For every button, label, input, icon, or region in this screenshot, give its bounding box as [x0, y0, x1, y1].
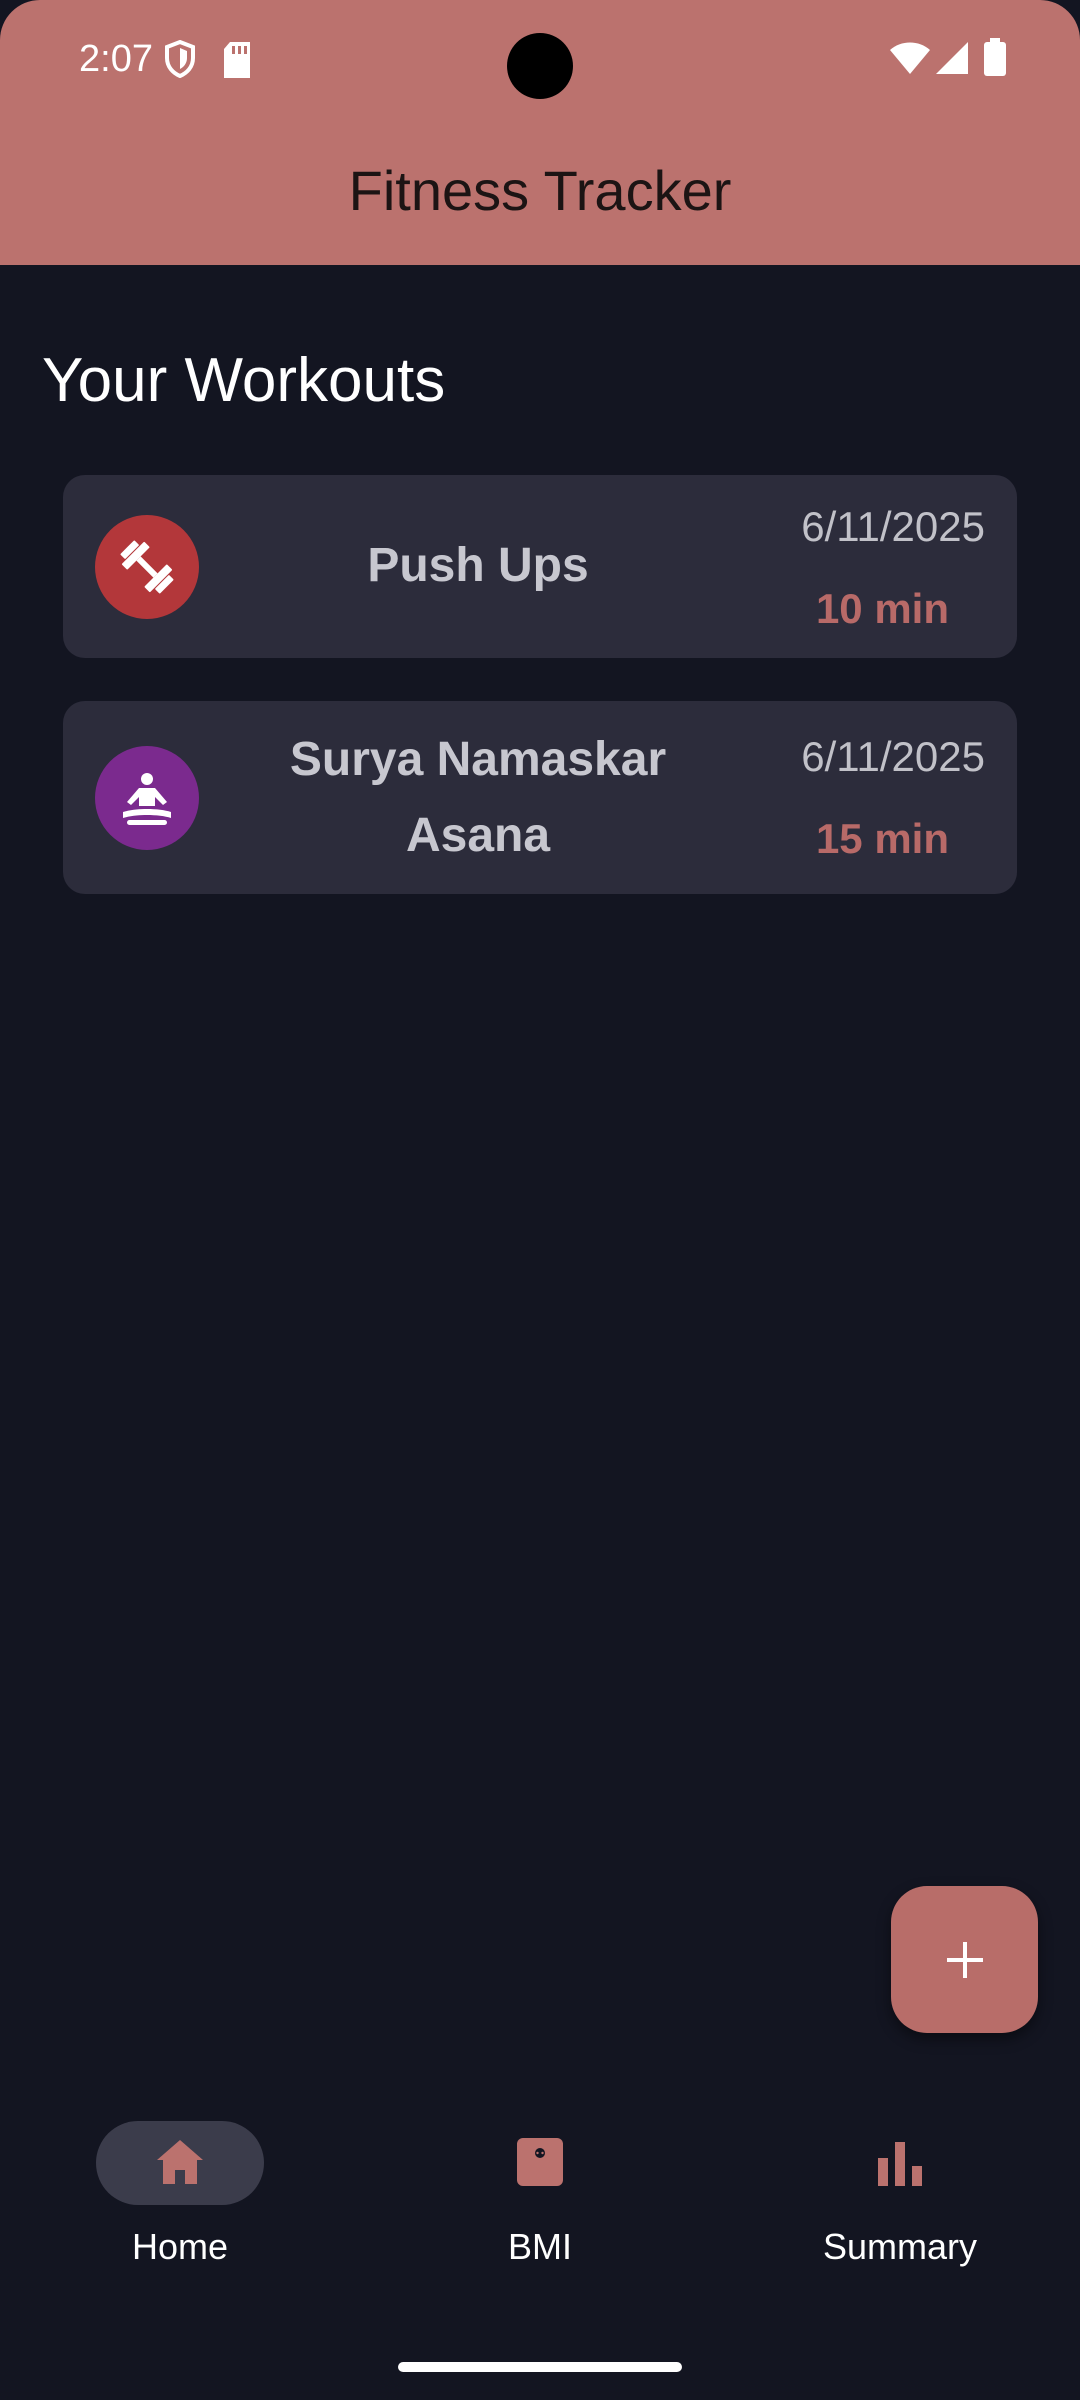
signal-icon: [936, 42, 968, 79]
workout-date: 6/11/2025: [801, 733, 985, 780]
shield-icon: [164, 39, 196, 83]
nav-item-home[interactable]: Home: [60, 2118, 300, 2278]
home-icon: [155, 2138, 205, 2191]
section-title: Your Workouts: [42, 346, 446, 415]
camera-cutout: [507, 33, 573, 99]
dumbbell-icon: [120, 540, 174, 594]
nav-label-bmi: BMI: [507, 2226, 572, 2267]
app-title: Fitness Tracker: [348, 159, 732, 222]
workout-name: Push Ups: [367, 539, 589, 592]
add-workout-button[interactable]: [891, 1886, 1038, 2033]
home-indicator[interactable]: [398, 2362, 682, 2372]
battery-icon: [984, 38, 1006, 81]
workout-card[interactable]: Surya Namaskar Asana 6/11/2025 15 min: [63, 701, 1017, 894]
nav-label-summary: Summary: [822, 2226, 978, 2267]
sd-card-icon: [222, 42, 252, 83]
bar-chart-icon: [875, 2138, 925, 2191]
nav-label-home: Home: [131, 2226, 229, 2267]
workout-icon-badge: [95, 515, 199, 619]
screen: 2:07 Fitness Tracker Your Workouts Push …: [0, 0, 1080, 2400]
workout-card[interactable]: Push Ups 6/11/2025 10 min: [63, 475, 1017, 658]
workout-duration: 10 min: [815, 585, 949, 632]
app-bar: 2:07 Fitness Tracker: [0, 0, 1080, 265]
workout-name: Surya Namaskar Asana: [289, 733, 667, 862]
plus-icon: [947, 1942, 983, 1978]
workout-icon-badge: [95, 746, 199, 850]
workout-duration: 15 min: [815, 815, 949, 862]
status-time: 2:07: [79, 38, 153, 80]
nav-item-bmi[interactable]: BMI: [420, 2118, 660, 2278]
wifi-icon: [890, 42, 930, 79]
scale-icon: [515, 2138, 565, 2191]
workout-date: 6/11/2025: [801, 503, 985, 550]
meditation-icon: [123, 773, 171, 825]
nav-item-summary[interactable]: Summary: [780, 2118, 1020, 2278]
